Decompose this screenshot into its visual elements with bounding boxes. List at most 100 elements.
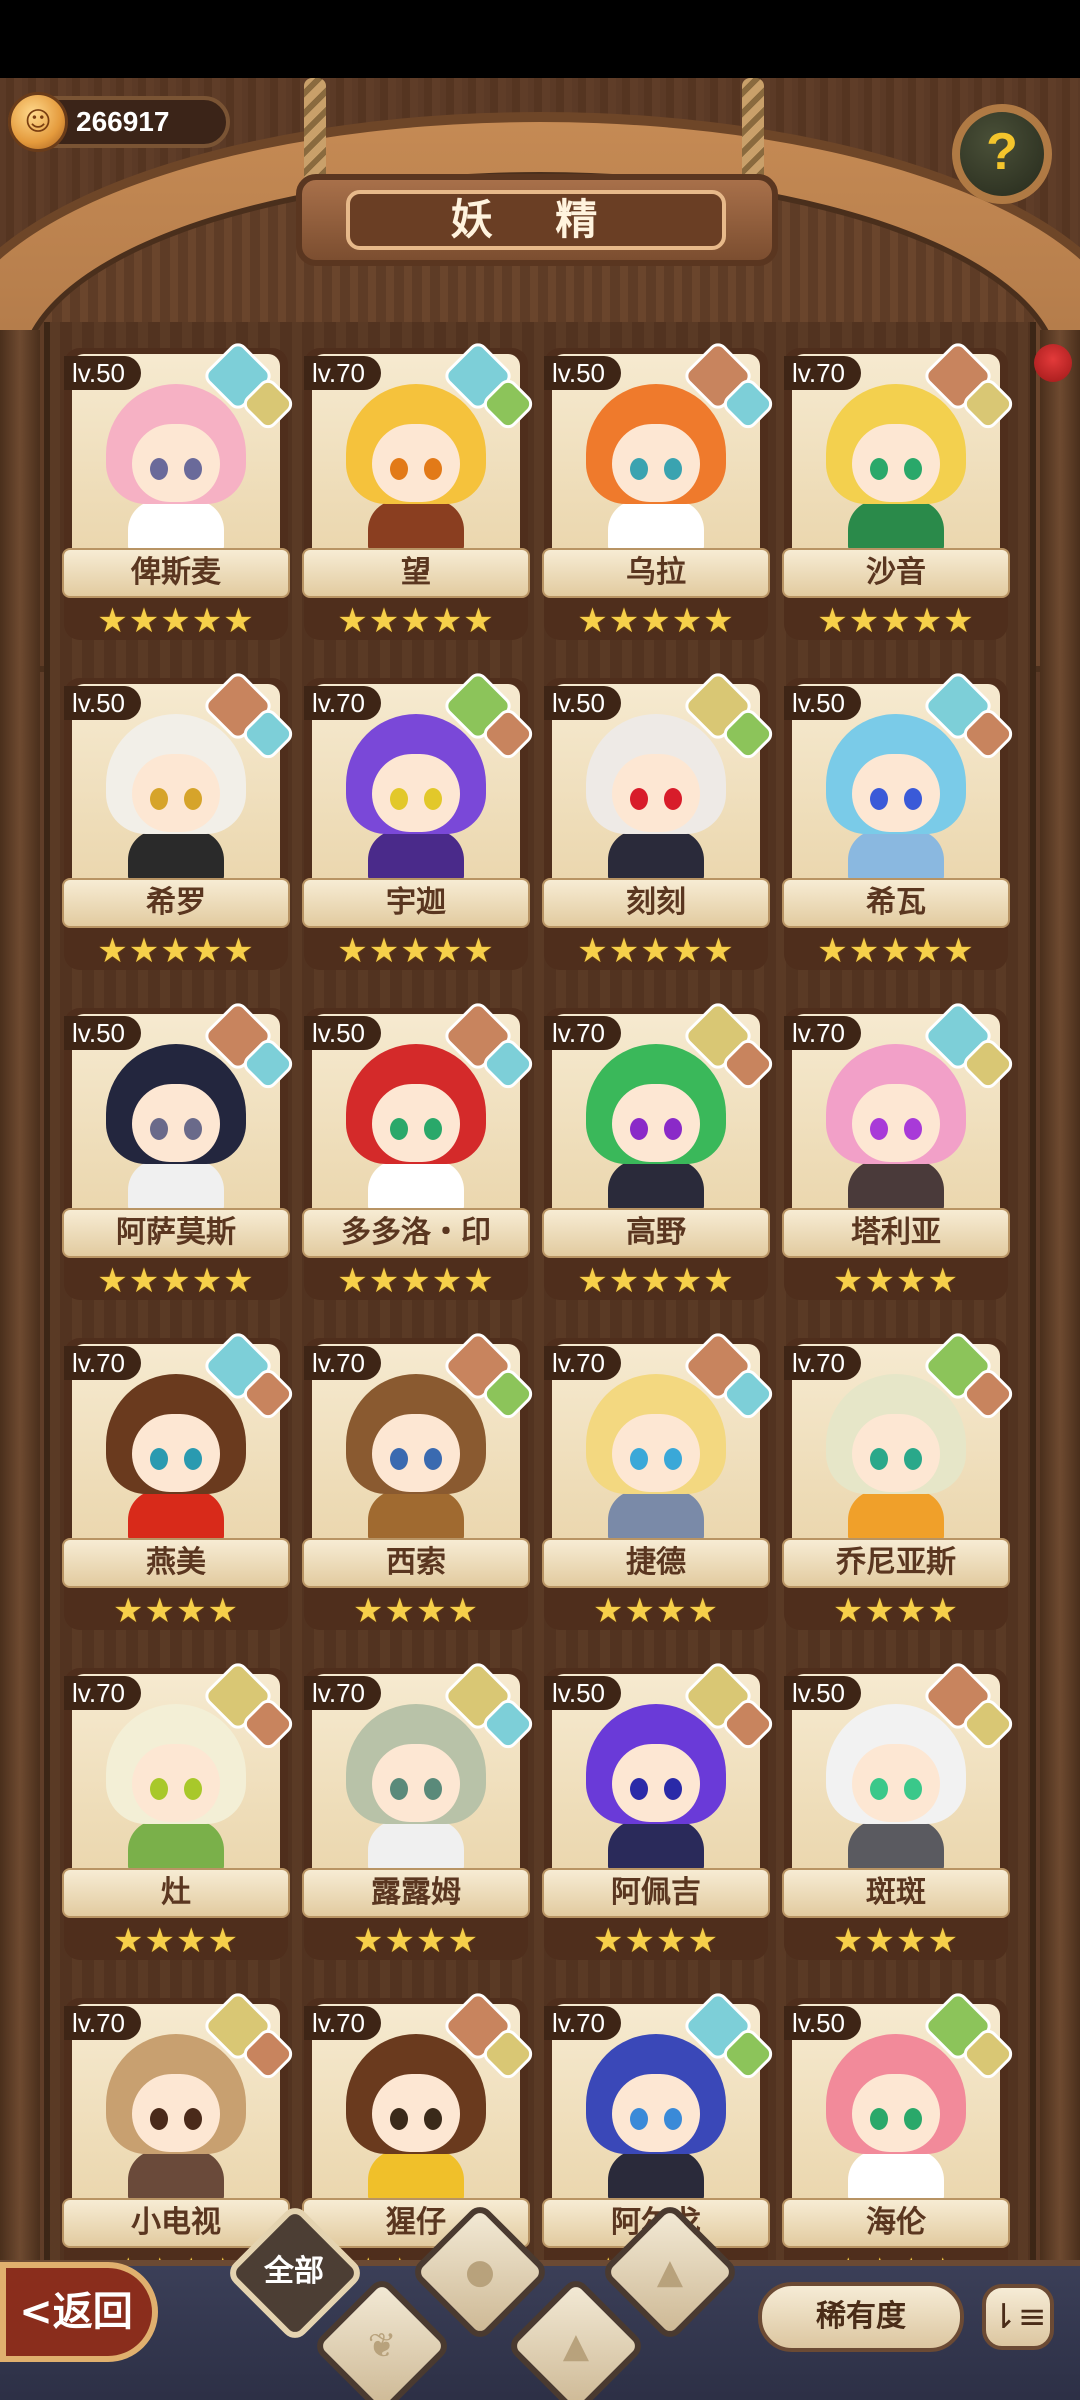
level-badge: lv.70 — [304, 356, 381, 390]
portrait-body — [368, 830, 464, 882]
portrait-face — [372, 424, 460, 502]
character-card[interactable]: lv.50 刻刻 ★★★★★ — [542, 669, 777, 980]
portrait-face — [372, 1414, 460, 1492]
character-name: 高野 — [542, 1208, 770, 1258]
portrait-eye — [390, 458, 408, 480]
character-card[interactable]: lv.70 露露姆 ★★★★ — [302, 1659, 537, 1970]
portrait-body — [608, 1490, 704, 1542]
portrait-face — [612, 1084, 700, 1162]
portrait-face — [132, 1084, 220, 1162]
portrait-face — [852, 1084, 940, 1162]
character-card[interactable]: lv.50 乌拉 ★★★★★ — [542, 339, 777, 650]
character-card[interactable]: lv.50 多多洛・印 ★★★★★ — [302, 999, 537, 1310]
left-pillar — [0, 330, 40, 2280]
star-rating: ★★★★★ — [577, 1261, 735, 1301]
portrait-eye — [390, 788, 408, 810]
coin-icon: ☺ — [8, 92, 68, 152]
portrait-face — [612, 1414, 700, 1492]
level-badge: lv.70 — [304, 1346, 381, 1380]
portrait-eye — [904, 2108, 922, 2130]
level-badge: lv.50 — [64, 1016, 141, 1050]
portrait-body — [368, 2150, 464, 2202]
portrait-face — [852, 2074, 940, 2152]
portrait-body — [848, 1490, 944, 1542]
star-rating: ★★★★★ — [577, 601, 735, 641]
portrait-eye — [664, 458, 682, 480]
star-rating: ★★★★★ — [817, 601, 975, 641]
right-pillar — [1040, 330, 1080, 2280]
character-card[interactable]: lv.70 西索 ★★★★ — [302, 1329, 537, 1640]
portrait-body — [128, 1820, 224, 1872]
star-rating: ★★★★ — [113, 1921, 239, 1961]
character-card[interactable]: lv.70 捷德 ★★★★ — [542, 1329, 777, 1640]
character-card[interactable]: lv.70 沙音 ★★★★★ — [782, 339, 1017, 650]
character-card[interactable]: lv.50 希罗 ★★★★★ — [62, 669, 297, 980]
droplet-icon: ● — [465, 2252, 495, 2292]
character-card[interactable]: lv.70 高野 ★★★★★ — [542, 999, 777, 1310]
portrait-eye — [424, 788, 442, 810]
level-badge: lv.70 — [544, 1016, 621, 1050]
character-card[interactable]: lv.50 希瓦 ★★★★★ — [782, 669, 1017, 980]
portrait-body — [128, 1160, 224, 1212]
help-button[interactable]: ? — [952, 104, 1052, 204]
portrait-eye — [150, 2108, 168, 2130]
star-rating: ★★★★ — [593, 1591, 719, 1631]
filter-all-label: 全部 — [264, 2254, 324, 2289]
character-card[interactable]: lv.50海伦★★★★ — [782, 1989, 1017, 2300]
level-badge: lv.50 — [304, 1016, 381, 1050]
star-rating: ★★★★ — [353, 1921, 479, 1961]
character-name: 希瓦 — [782, 878, 1010, 928]
portrait-eye — [904, 1118, 922, 1140]
character-name: 望 — [302, 548, 530, 598]
portrait-face — [612, 1744, 700, 1822]
portrait-eye — [870, 2108, 888, 2130]
portrait-eye — [904, 1448, 922, 1470]
portrait-face — [612, 754, 700, 832]
portrait-eye — [630, 788, 648, 810]
portrait-eye — [390, 1778, 408, 1800]
level-badge: lv.50 — [64, 356, 141, 390]
star-rating: ★★★★ — [833, 1921, 959, 1961]
level-badge: lv.70 — [784, 1016, 861, 1050]
character-name: 刻刻 — [542, 878, 770, 928]
portrait-body — [848, 830, 944, 882]
character-card[interactable]: lv.50 阿佩吉 ★★★★ — [542, 1659, 777, 1970]
sort-order-button[interactable]: ⇂≡ — [982, 2284, 1054, 2350]
portrait-face — [132, 2074, 220, 2152]
character-name: 多多洛・印 — [302, 1208, 530, 1258]
portrait-eye — [184, 1118, 202, 1140]
portrait-body — [368, 1820, 464, 1872]
portrait-body — [608, 1160, 704, 1212]
character-card[interactable]: lv.70 宇迦 ★★★★★ — [302, 669, 537, 980]
star-rating: ★★★★★ — [337, 931, 495, 971]
mountain-icon: ▲ — [562, 2326, 590, 2366]
level-badge: lv.50 — [784, 1676, 861, 1710]
portrait-face — [372, 1744, 460, 1822]
character-name: 斑斑 — [782, 1868, 1010, 1918]
portrait-face — [852, 754, 940, 832]
character-card[interactable]: lv.70 灶 ★★★★ — [62, 1659, 297, 1970]
character-card[interactable]: lv.70 乔尼亚斯 ★★★★ — [782, 1329, 1017, 1640]
level-badge: lv.70 — [304, 686, 381, 720]
portrait-eye — [424, 2108, 442, 2130]
back-button[interactable]: <返回 — [0, 2262, 158, 2362]
level-badge: lv.50 — [784, 686, 861, 720]
character-card[interactable]: lv.50 阿萨莫斯 ★★★★★ — [62, 999, 297, 1310]
portrait-body — [848, 500, 944, 552]
level-badge: lv.50 — [784, 2006, 861, 2040]
portrait-eye — [630, 458, 648, 480]
character-card[interactable]: lv.70 望 ★★★★★ — [302, 339, 537, 650]
portrait-face — [852, 424, 940, 502]
level-badge: lv.70 — [64, 1346, 141, 1380]
rarity-sort-button[interactable]: 稀有度 — [758, 2282, 964, 2352]
character-card[interactable]: lv.70 燕美 ★★★★ — [62, 1329, 297, 1640]
peak-icon: ▲ — [656, 2252, 684, 2292]
character-card[interactable]: lv.70 塔利亚 ★★★★ — [782, 999, 1017, 1310]
portrait-eye — [424, 1118, 442, 1140]
portrait-eye — [664, 1448, 682, 1470]
character-card[interactable]: lv.50 俾斯麦 ★★★★★ — [62, 339, 297, 650]
portrait-body — [128, 500, 224, 552]
character-name: 乌拉 — [542, 548, 770, 598]
character-card[interactable]: lv.50 斑斑 ★★★★ — [782, 1659, 1017, 1970]
ladybug-icon[interactable] — [1034, 344, 1072, 382]
